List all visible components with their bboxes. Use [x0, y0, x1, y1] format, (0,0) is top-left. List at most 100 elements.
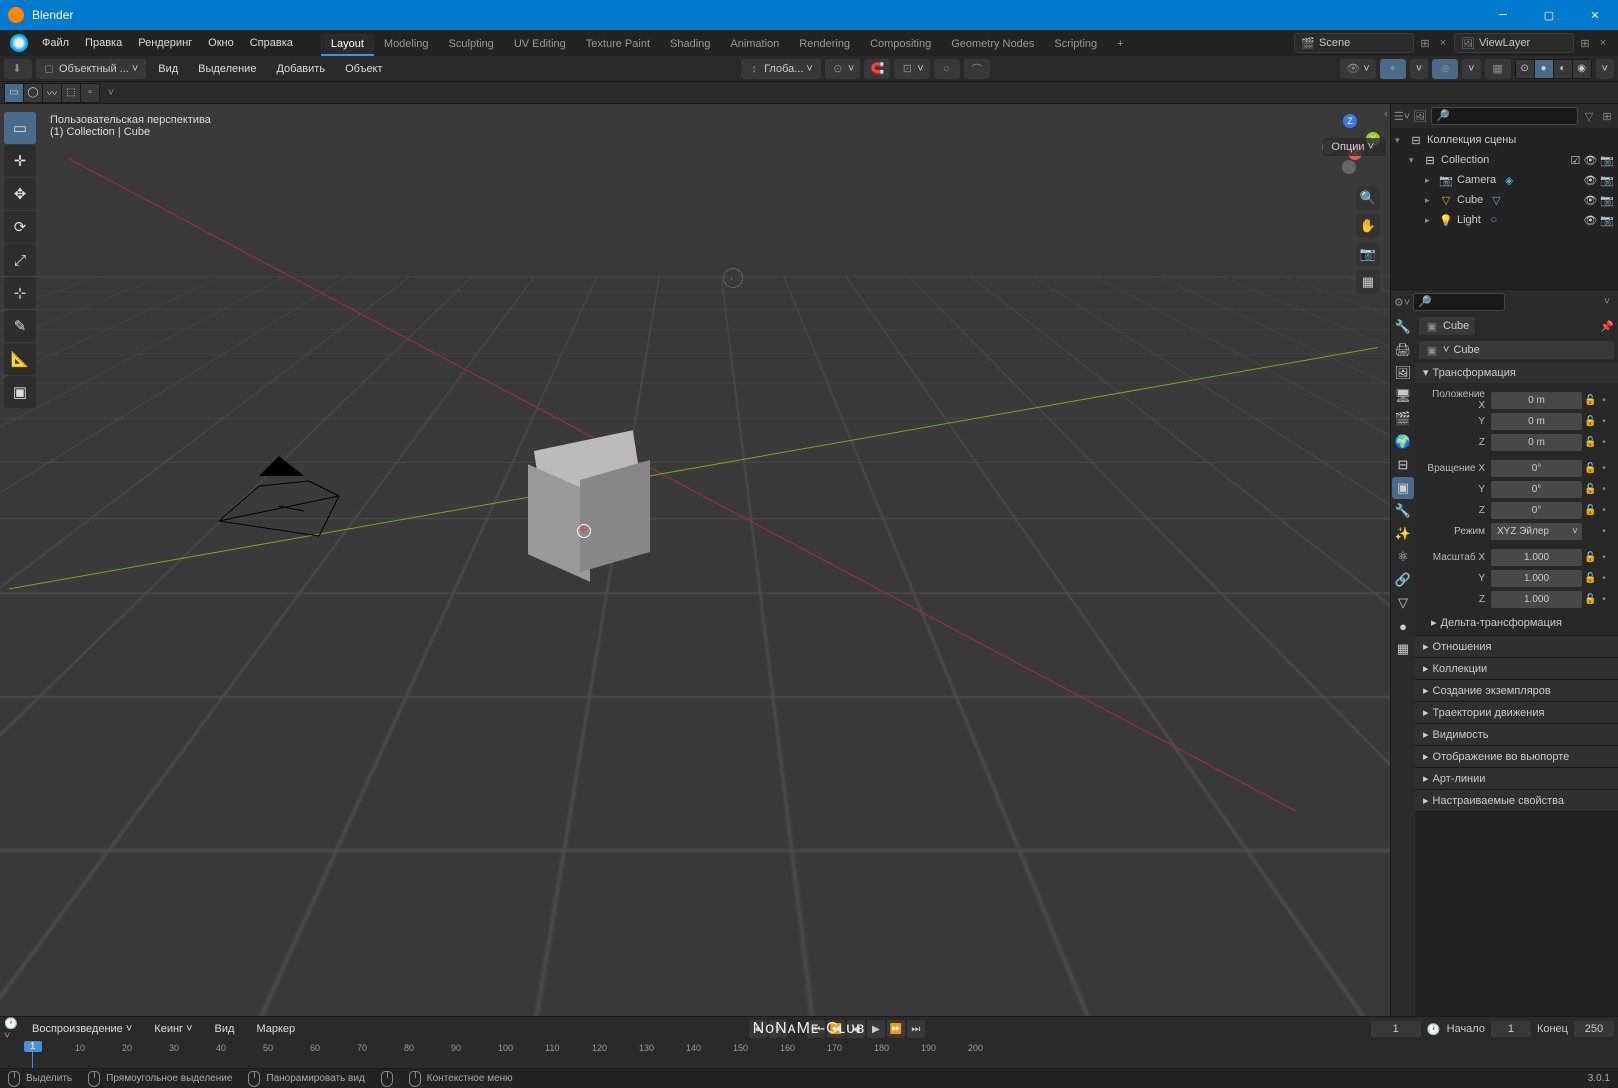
- light-object[interactable]: ·: [723, 268, 743, 288]
- options-icon[interactable]: ˅: [1600, 295, 1614, 309]
- tab-layout[interactable]: Layout: [321, 34, 374, 56]
- tab-constraint[interactable]: 🔗: [1392, 569, 1414, 591]
- location-y-field[interactable]: 0 m: [1491, 413, 1582, 430]
- keyframe-dot[interactable]: •: [1598, 505, 1610, 516]
- add-workspace-button[interactable]: +: [1107, 34, 1133, 56]
- tab-modifier[interactable]: 🔧: [1392, 500, 1414, 522]
- tab-animation[interactable]: Animation: [720, 34, 789, 56]
- tool-rotate[interactable]: ⟳: [4, 211, 36, 243]
- keyframe-dot[interactable]: •: [1598, 484, 1610, 495]
- maximize-button[interactable]: ▢: [1526, 0, 1572, 30]
- snap-options[interactable]: ⊡˅: [894, 59, 929, 79]
- ortho-toggle-button[interactable]: ▦: [1356, 270, 1380, 294]
- end-frame-field[interactable]: 250: [1574, 1021, 1614, 1037]
- tab-modeling[interactable]: Modeling: [374, 34, 439, 56]
- xray-toggle[interactable]: ▦: [1485, 59, 1511, 79]
- data-name-field[interactable]: ▣˅ Cube: [1419, 341, 1614, 359]
- tool-select-box[interactable]: ▭: [4, 112, 36, 144]
- scale-z-field[interactable]: 1.000: [1491, 591, 1582, 608]
- menu-render[interactable]: Рендеринг: [130, 33, 200, 53]
- filter-icon[interactable]: ▽: [1582, 109, 1596, 123]
- tab-mesh-data[interactable]: ▽: [1392, 592, 1414, 614]
- keyframe-dot[interactable]: •: [1598, 416, 1610, 427]
- next-keyframe-button[interactable]: ⏩: [887, 1020, 905, 1038]
- scale-x-field[interactable]: 1.000: [1491, 549, 1582, 566]
- tree-collection[interactable]: ▾ ⊟ Collection ☑ 👁 📷: [1391, 150, 1618, 170]
- shading-rendered[interactable]: ◉: [1573, 60, 1591, 78]
- lock-icon[interactable]: 🔓: [1584, 463, 1596, 474]
- keyframe-dot[interactable]: •: [1598, 594, 1610, 605]
- tab-material[interactable]: ●: [1392, 615, 1414, 637]
- view3d-menu-object[interactable]: Объект: [337, 59, 390, 79]
- close-button[interactable]: ✕: [1572, 0, 1618, 30]
- visibility-filter[interactable]: 👁˅: [1340, 59, 1375, 79]
- camera-icon[interactable]: 📷: [1600, 154, 1614, 167]
- collapse-arrow-icon[interactable]: ‹: [1384, 108, 1388, 120]
- tool-annotate[interactable]: ✎: [4, 310, 36, 342]
- panel-instancing-header[interactable]: ▸Создание экземпляров: [1415, 680, 1618, 701]
- lock-icon[interactable]: 🔓: [1584, 594, 1596, 605]
- zoom-button[interactable]: 🔍: [1356, 186, 1380, 210]
- rotation-x-field[interactable]: 0°: [1491, 460, 1582, 477]
- chevron-down-icon[interactable]: ˅: [104, 86, 118, 100]
- camera-object[interactable]: [209, 451, 349, 541]
- properties-search[interactable]: 🔎: [1413, 293, 1505, 311]
- tool-measure[interactable]: 📐: [4, 343, 36, 375]
- shading-options[interactable]: ˅: [1596, 59, 1614, 79]
- camera-icon[interactable]: 📷: [1600, 194, 1614, 207]
- jump-end-button[interactable]: ⏭: [907, 1020, 925, 1038]
- tool-transform[interactable]: ⊹: [4, 277, 36, 309]
- outliner-search[interactable]: 🔎: [1431, 107, 1578, 125]
- options-popover[interactable]: Опции ˅: [1323, 138, 1386, 156]
- panel-viewport-display-header[interactable]: ▸Отображение во вьюпорте: [1415, 746, 1618, 767]
- tab-world[interactable]: 🌍: [1392, 431, 1414, 453]
- gizmo-neg-axis-2[interactable]: [1342, 160, 1356, 174]
- view3d-menu-select[interactable]: Выделение: [190, 59, 264, 79]
- tool-scale[interactable]: ⤢: [4, 244, 36, 276]
- scene-browse-icon[interactable]: ⊞: [1418, 36, 1432, 50]
- tab-geometry-nodes[interactable]: Geometry Nodes: [941, 34, 1044, 56]
- proportional-falloff[interactable]: ⌒: [964, 59, 990, 79]
- tab-texture-paint[interactable]: Texture Paint: [576, 34, 660, 56]
- view3d-menu-add[interactable]: Добавить: [268, 59, 333, 79]
- timeline-menu-keying[interactable]: Кеинг ˅: [146, 1019, 200, 1039]
- panel-relations-header[interactable]: ▸Отношения: [1415, 636, 1618, 657]
- keyframe-dot[interactable]: •: [1598, 552, 1610, 563]
- select-mode-5-icon[interactable]: ▫: [81, 84, 99, 102]
- lock-icon[interactable]: 🔓: [1584, 505, 1596, 516]
- scene-close-icon[interactable]: ×: [1436, 36, 1450, 50]
- panel-collections-header[interactable]: ▸Коллекции: [1415, 658, 1618, 679]
- timeline-ruler[interactable]: 0102030405060708090100110120130140150160…: [0, 1041, 1618, 1068]
- overlay-toggle[interactable]: ⊕: [1432, 59, 1458, 79]
- mode-selector[interactable]: ◻ Объектный ... ˅: [36, 59, 146, 79]
- tab-scripting[interactable]: Scripting: [1044, 34, 1107, 56]
- pin-icon[interactable]: 📌: [1600, 319, 1614, 333]
- viewlayer-close-icon[interactable]: ×: [1596, 36, 1610, 50]
- rotation-mode-select[interactable]: XYZ Эйлер ˅: [1491, 523, 1582, 540]
- tool-add-cube[interactable]: ▣: [4, 376, 36, 408]
- tab-sculpting[interactable]: Sculpting: [439, 34, 504, 56]
- properties-editor-icon[interactable]: ⚙˅: [1395, 295, 1409, 309]
- eye-icon[interactable]: 👁: [1583, 214, 1597, 227]
- shading-wireframe[interactable]: ⊙: [1516, 60, 1534, 78]
- keyframe-dot[interactable]: •: [1598, 437, 1610, 448]
- tab-render[interactable]: 🖨: [1392, 339, 1414, 361]
- rotation-y-field[interactable]: 0°: [1491, 481, 1582, 498]
- keyframe-dot[interactable]: •: [1598, 526, 1610, 537]
- menu-edit[interactable]: Правка: [77, 33, 130, 53]
- blender-icon[interactable]: [10, 34, 28, 52]
- tab-uv-editing[interactable]: UV Editing: [504, 34, 576, 56]
- select-circle-icon[interactable]: ◯: [24, 84, 42, 102]
- panel-motion-paths-header[interactable]: ▸Траектории движения: [1415, 702, 1618, 723]
- timeline-editor-icon[interactable]: 🕐˅: [4, 1022, 18, 1036]
- tab-physics[interactable]: ⚛: [1392, 546, 1414, 568]
- gizmo-z-axis[interactable]: Z: [1343, 114, 1357, 128]
- menu-window[interactable]: Окно: [200, 33, 242, 53]
- camera-view-button[interactable]: 📷: [1356, 242, 1380, 266]
- gizmo-options[interactable]: ˅: [1410, 59, 1428, 79]
- lock-icon[interactable]: 🔓: [1584, 573, 1596, 584]
- menu-help[interactable]: Справка: [242, 33, 301, 53]
- view3d-menu-view[interactable]: Вид: [150, 59, 186, 79]
- location-x-field[interactable]: 0 m: [1491, 392, 1582, 409]
- tab-viewlayer[interactable]: 🖥: [1392, 385, 1414, 407]
